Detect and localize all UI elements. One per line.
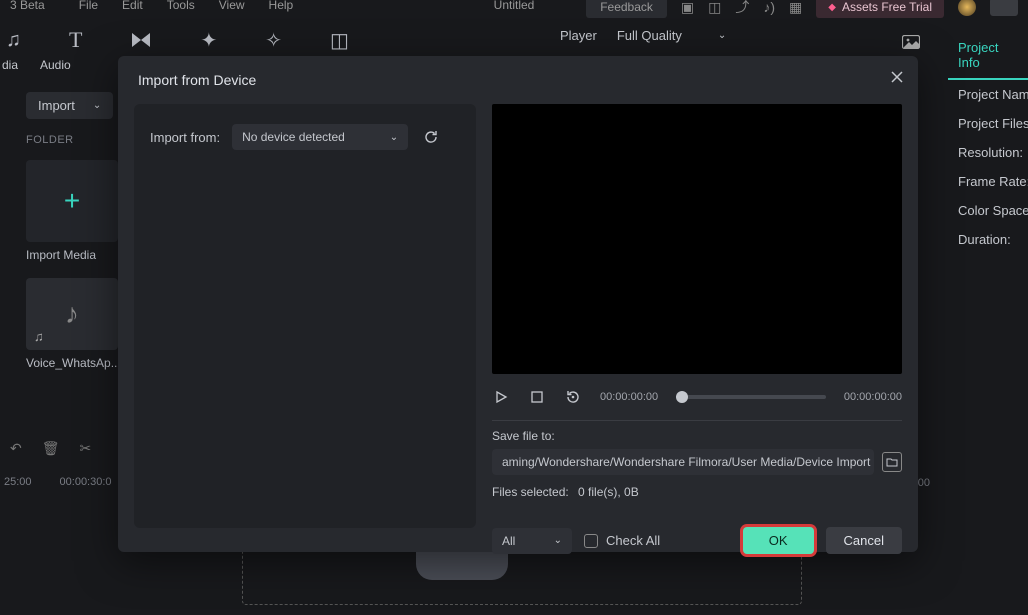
replay-button[interactable] [564, 388, 582, 406]
tool-effects[interactable]: ✦ [200, 28, 217, 53]
save-path-input[interactable]: aming/Wondershare/Wondershare Filmora/Us… [492, 449, 874, 475]
timeline-drop-zone[interactable] [242, 545, 802, 605]
import-media-label: Import Media [26, 248, 121, 262]
device-select-value: No device detected [242, 130, 345, 144]
diamond-icon: ◆ [828, 2, 836, 13]
chevron-down-icon: ⌄ [554, 535, 562, 546]
feedback-button[interactable]: Feedback [586, 0, 667, 18]
ok-button[interactable]: OK [743, 527, 814, 554]
prop-duration: Duration: [948, 225, 1028, 254]
import-from-label: Import from: [150, 130, 220, 145]
grid-icon[interactable]: ▦ [789, 0, 802, 16]
prop-project-files: Project Files [948, 109, 1028, 138]
sliders-icon[interactable]: ♪) [763, 0, 775, 15]
browse-button[interactable] [882, 452, 902, 472]
audio-clip-label: Voice_WhatsAp... [26, 356, 121, 370]
layout-icon[interactable]: ◫ [708, 0, 721, 16]
ruler-end: 00 [918, 477, 930, 489]
import-from-device-dialog: Import from Device Import from: No devic… [118, 56, 918, 552]
divider [492, 420, 902, 421]
text-icon: T [69, 27, 82, 53]
snapshot-icon[interactable] [902, 35, 920, 49]
transition-icon [130, 31, 152, 49]
chevron-down-icon: ⌄ [718, 30, 726, 41]
tool-stickers[interactable]: ✧ [265, 28, 282, 53]
save-icon[interactable]: ▣ [681, 0, 694, 16]
tab-project-info[interactable]: Project Info [948, 32, 1028, 80]
chevron-down-icon: ⌄ [93, 100, 101, 111]
audio-label: Audio [40, 58, 71, 72]
music-note-small-icon: ♫ [34, 329, 44, 344]
tool-transitions[interactable] [130, 31, 152, 49]
check-all-checkbox[interactable] [584, 534, 598, 548]
scissors-icon[interactable]: ✂ [80, 440, 92, 457]
filter-value: All [502, 534, 515, 548]
trash-icon[interactable]: 🗑 [42, 440, 60, 457]
chevron-down-icon: ⌄ [390, 132, 398, 143]
media-label: dia [2, 58, 18, 72]
close-button[interactable] [890, 70, 904, 84]
stop-button[interactable] [528, 388, 546, 406]
app-name: 3 Beta [10, 0, 45, 12]
ruler-mark-1: 25:00 [4, 476, 32, 488]
import-media-tile[interactable]: + [26, 160, 118, 242]
tool-text[interactable]: T [69, 27, 82, 53]
wand-icon: ✧ [265, 28, 282, 53]
seek-slider[interactable] [676, 395, 826, 399]
timecode-start: 00:00:00:00 [600, 391, 658, 403]
music-note-icon: ♪ [65, 298, 79, 330]
refresh-button[interactable] [420, 126, 442, 148]
dialog-title: Import from Device [118, 56, 918, 104]
document-title: Untitled [494, 0, 535, 12]
sparkle-icon: ✦ [200, 28, 217, 53]
quality-value: Full Quality [617, 28, 682, 43]
menu-tools[interactable]: Tools [167, 0, 195, 12]
menu-file[interactable]: File [79, 0, 98, 12]
check-all-label: Check All [606, 533, 660, 548]
seek-thumb[interactable] [676, 391, 688, 403]
timecode-end: 00:00:00:00 [844, 391, 902, 403]
music-icon: ♫ [6, 29, 21, 52]
prop-project-name: Project Name [948, 80, 1028, 109]
preview-area [492, 104, 902, 374]
import-dropdown[interactable]: Import ⌄ [26, 92, 113, 119]
undo-icon[interactable]: ↶ [10, 440, 22, 457]
device-list-pane: Import from: No device detected ⌄ [134, 104, 476, 528]
avatar[interactable] [958, 0, 976, 16]
ruler-mark-2: 00:00:30:0 [60, 476, 112, 488]
prop-framerate: Frame Rate: [948, 167, 1028, 196]
files-selected-label: Files selected: [492, 485, 569, 499]
export-icon[interactable]: ⤴ [735, 0, 749, 17]
prop-resolution: Resolution: [948, 138, 1028, 167]
audio-clip-tile[interactable]: ♪ ♫ [26, 278, 118, 350]
filter-select[interactable]: All ⌄ [492, 528, 572, 554]
device-select[interactable]: No device detected ⌄ [232, 124, 408, 150]
tool-media[interactable]: ♫ [6, 29, 21, 52]
files-selected-value: 0 file(s), 0B [578, 485, 639, 499]
player-label: Player [560, 28, 597, 43]
save-to-label: Save file to: [492, 429, 902, 443]
play-button[interactable] [492, 388, 510, 406]
folder-heading: FOLDER [26, 134, 74, 146]
plus-icon: + [64, 185, 80, 217]
tool-split[interactable]: ◫ [330, 28, 349, 53]
cancel-button[interactable]: Cancel [826, 527, 902, 554]
assets-trial-button[interactable]: ◆ Assets Free Trial [816, 0, 944, 18]
misc-chip[interactable] [990, 0, 1018, 16]
menu-view[interactable]: View [219, 0, 245, 12]
menu-help[interactable]: Help [269, 0, 294, 12]
menu-edit[interactable]: Edit [122, 0, 143, 12]
prop-colorspace: Color Space: [948, 196, 1028, 225]
split-icon: ◫ [330, 28, 349, 53]
assets-label: Assets Free Trial [842, 0, 932, 14]
quality-select[interactable]: Full Quality ⌄ [617, 28, 726, 43]
import-label: Import [38, 98, 75, 113]
